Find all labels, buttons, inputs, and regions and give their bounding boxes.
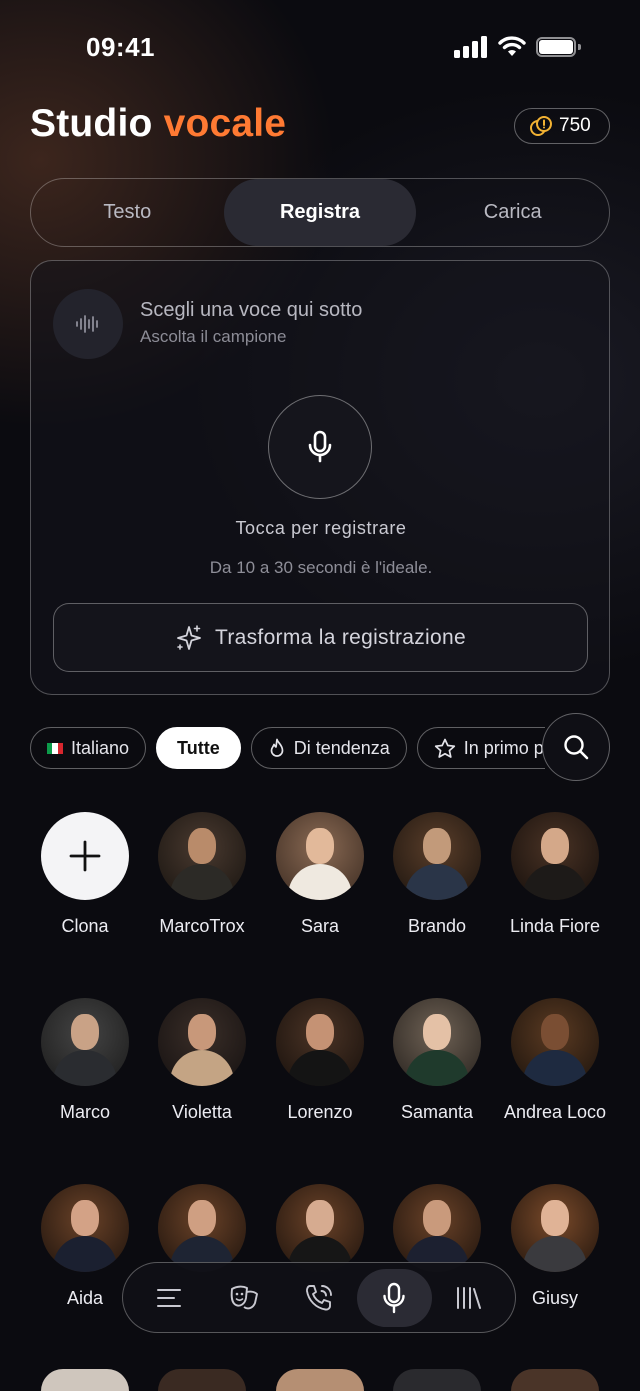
avatar: [41, 1184, 129, 1272]
page-title-accent: vocale: [163, 102, 287, 145]
tab-registra[interactable]: Registra: [223, 179, 417, 246]
avatar: [276, 1369, 364, 1391]
page-title-main: Studio: [30, 102, 153, 145]
tab-carica[interactable]: Carica: [416, 179, 609, 246]
nav-item-menu[interactable]: [131, 1269, 206, 1327]
voice-item[interactable]: [26, 1369, 144, 1391]
voice-item[interactable]: Andrea Loco: [496, 998, 614, 1125]
filter-chip-label: In primo piano: [463, 737, 545, 758]
nav-item-record[interactable]: [356, 1268, 432, 1327]
clone-voice-button[interactable]: [41, 812, 129, 900]
avatar: [276, 998, 364, 1086]
tap-to-record-label: Tocca per registrare: [235, 518, 407, 538]
nav-item-calls[interactable]: [281, 1269, 356, 1327]
avatar: [158, 1369, 246, 1391]
selected-voice-avatar[interactable]: [53, 289, 123, 359]
menu-lines-icon: [156, 1288, 181, 1307]
waveform-icon: [76, 315, 98, 333]
choose-voice-subtitle: Ascolta il campione: [140, 327, 287, 346]
plus-icon: [69, 840, 101, 872]
status-bar: 09:41: [0, 0, 640, 90]
avatar: [393, 1184, 481, 1272]
avatar: [276, 812, 364, 900]
microphone-icon: [308, 430, 332, 463]
transform-recording-button[interactable]: Trasforma la registrazione: [53, 603, 588, 672]
avatar: [41, 998, 129, 1086]
voice-item[interactable]: [496, 1369, 614, 1391]
filter-chip-tutte[interactable]: Tutte: [156, 727, 241, 769]
voice-name: Andrea Loco: [503, 1102, 607, 1122]
avatar: [511, 998, 599, 1086]
voice-item[interactable]: Brando: [378, 812, 496, 939]
coins-icon: [530, 116, 552, 136]
filter-chip-in-primo-piano[interactable]: In primo piano: [416, 727, 545, 769]
duration-hint: Da 10 a 30 secondi è l'ideale.: [209, 558, 433, 577]
filter-chip-label: Tutte: [177, 737, 220, 758]
voice-name: Violetta: [172, 1102, 232, 1122]
battery-icon: [536, 37, 582, 57]
phone-call-icon: [306, 1284, 332, 1311]
sparkles-icon: [177, 624, 201, 650]
library-icon: [457, 1286, 482, 1309]
choose-voice-title: Scegli una voce qui sotto: [140, 299, 363, 321]
bottom-navigation: [122, 1262, 516, 1333]
voice-item[interactable]: Sara: [261, 812, 379, 939]
search-button[interactable]: [542, 713, 610, 781]
avatar: [511, 812, 599, 900]
voice-item[interactable]: Samanta: [378, 998, 496, 1125]
credits-value: 750: [559, 115, 591, 136]
filter-chip-label: Di tendenza: [293, 737, 390, 758]
page-title: Studio vocale: [30, 102, 286, 146]
mode-tabs: Testo Registra Carica: [30, 178, 610, 247]
voice-name: Samanta: [400, 1102, 474, 1122]
voice-item[interactable]: [143, 1369, 261, 1391]
nav-item-library[interactable]: [432, 1269, 507, 1327]
filter-chips: Italiano Tutte Di tendenza In primo pian…: [30, 727, 545, 771]
avatar: [511, 1369, 599, 1391]
star-icon: [434, 738, 455, 758]
credits-badge[interactable]: 750: [514, 108, 610, 144]
voice-name: Brando: [407, 916, 467, 936]
avatar: [158, 998, 246, 1086]
filter-chip-italiano[interactable]: Italiano: [30, 727, 147, 769]
cellular-signal-icon: [454, 36, 488, 58]
avatar: [393, 812, 481, 900]
tab-testo[interactable]: Testo: [31, 179, 224, 246]
voice-name: Linda Fiore: [509, 916, 601, 936]
avatar: [41, 1369, 129, 1391]
avatar: [393, 998, 481, 1086]
search-icon: [564, 735, 589, 760]
status-time: 09:41: [86, 32, 155, 62]
voice-item[interactable]: Linda Fiore: [496, 812, 614, 939]
microphone-icon: [383, 1282, 405, 1313]
record-card: Scegli una voce qui sotto Ascolta il cam…: [30, 260, 610, 695]
theater-masks-icon: [230, 1285, 258, 1309]
record-button[interactable]: [268, 395, 372, 499]
voice-name: MarcoTrox: [159, 916, 245, 936]
voice-name: Marco: [59, 1102, 110, 1122]
filter-chip-tendenza[interactable]: Di tendenza: [250, 727, 407, 769]
voice-item[interactable]: Lorenzo: [261, 998, 379, 1125]
filter-chip-label: Italiano: [71, 737, 130, 758]
transform-recording-label: Trasforma la registrazione: [215, 625, 466, 649]
voice-item[interactable]: Violetta: [143, 998, 261, 1125]
nav-item-characters[interactable]: [206, 1269, 281, 1327]
avatar: [276, 1184, 364, 1272]
voice-name: Sara: [300, 916, 340, 936]
voice-item[interactable]: [261, 1369, 379, 1391]
voice-name: Clona: [61, 916, 109, 936]
voice-item-clona[interactable]: Clona: [26, 812, 144, 939]
avatar: [511, 1184, 599, 1272]
voice-item[interactable]: [378, 1369, 496, 1391]
voice-item[interactable]: MarcoTrox: [143, 812, 261, 939]
voice-name: Lorenzo: [287, 1102, 353, 1122]
flame-icon: [270, 738, 284, 757]
avatar: [393, 1369, 481, 1391]
avatar: [158, 812, 246, 900]
wifi-icon: [498, 36, 526, 56]
voice-item[interactable]: Marco: [26, 998, 144, 1125]
italian-flag-icon: [47, 742, 63, 754]
avatar: [158, 1184, 246, 1272]
